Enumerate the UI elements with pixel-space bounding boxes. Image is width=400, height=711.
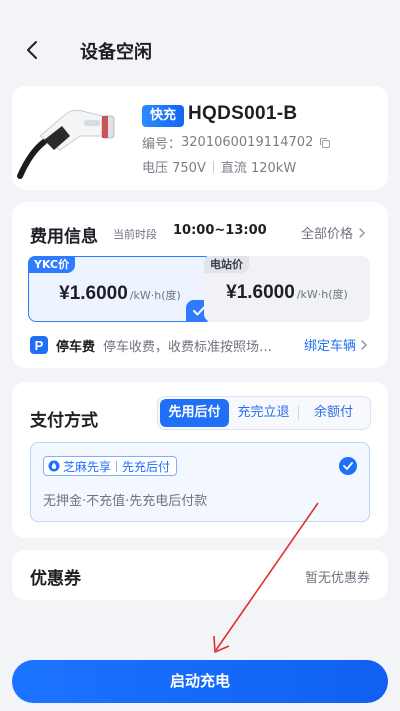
voltage-text: 电压 750V [142, 161, 206, 176]
spec-divider [212, 160, 214, 173]
chevron-right-icon [359, 227, 365, 238]
all-price-link[interactable]: 全部价格 [301, 223, 368, 242]
fee-card: 费用信息 当前时段 10:00~13:00 全部价格 YKC价 ¥1.6000/… [12, 202, 388, 368]
device-id: HQDS001-B [188, 103, 298, 124]
coupon-row[interactable]: 优惠券 暂无优惠券 [12, 550, 388, 600]
parking-row: P 停车费 停车收费，收费标准按照场… 绑定车辆 [30, 335, 370, 355]
power-text: 直流 120kW [220, 161, 297, 176]
tab-refund-after-charge[interactable]: 充完立退 [229, 399, 298, 427]
tab-pay-later[interactable]: 先用后付 [160, 399, 229, 427]
header-bar: 设备空闲 [0, 0, 400, 72]
tab-balance-pay[interactable]: 余额付 [299, 399, 368, 427]
payment-selected-check-icon[interactable] [339, 457, 357, 475]
parking-desc: 停车收费，收费标准按照场… [103, 339, 273, 355]
ykc-price-tag: YKC价 [28, 256, 76, 273]
chevron-right-icon [361, 339, 367, 350]
payment-option-sesame[interactable]: 芝麻先享 先充后付 无押金·不充值·先充电后付款 [30, 442, 370, 522]
payment-option-desc: 无押金·不充值·先充电后付款 [43, 494, 208, 509]
payment-title: 支付方式 [30, 411, 98, 431]
payment-card: 支付方式 先用后付 充完立退 余额付 芝麻先享 先充后付 无押金·不充值·先充电… [12, 382, 388, 538]
coupon-value: 暂无优惠券 [304, 571, 370, 586]
start-charging-button[interactable]: 启动充电 [12, 660, 388, 703]
sesame-logo-icon [48, 460, 60, 472]
bind-car-link[interactable]: 绑定车辆 [304, 335, 370, 354]
charger-plug-image [17, 109, 115, 179]
badge-divider [116, 460, 118, 472]
spec-row: 电压 750V 直流 120kW [142, 157, 296, 176]
coupon-title: 优惠券 [30, 569, 81, 589]
device-card: 快充 HQDS001-B 编号： 3201060019114702 电压 750… [12, 86, 388, 190]
ykc-price-unit: /kW·h(度) [129, 289, 181, 302]
copy-icon[interactable] [319, 137, 331, 149]
ykc-price-value: ¥1.6000 [59, 283, 128, 304]
sesame-badge-left: 芝麻先享 [63, 459, 112, 474]
parking-icon: P [30, 336, 48, 354]
ykc-price-row: ¥1.6000/kW·h(度) [29, 283, 211, 305]
serial-label: 编号： [142, 137, 182, 152]
station-price-value: ¥1.6000 [226, 282, 295, 303]
all-price-label: 全部价格 [300, 227, 353, 242]
payment-tabs: 先用后付 充完立退 余额付 [157, 396, 371, 430]
serial-number: 3201060019114702 [181, 135, 314, 150]
fast-charge-badge: 快充 [142, 105, 185, 127]
bind-car-label: 绑定车辆 [303, 339, 356, 354]
sesame-badge: 芝麻先享 先充后付 [43, 456, 178, 476]
station-price-tag: 电站价 [204, 256, 249, 273]
parking-label: 停车费 [56, 339, 96, 355]
station-price-row: ¥1.6000/kW·h(度) [204, 282, 370, 304]
ykc-price-option[interactable]: YKC价 ¥1.6000/kW·h(度) [28, 256, 212, 322]
period-label: 当前时段 [113, 228, 157, 241]
station-price-unit: /kW·h(度) [296, 288, 348, 301]
serial-row: 编号： 3201060019114702 [142, 133, 331, 152]
sesame-badge-right: 先充后付 [122, 459, 171, 474]
page-title: 设备空闲 [80, 42, 152, 63]
chevron-left-icon [27, 41, 37, 59]
station-price-option[interactable]: 电站价 ¥1.6000/kW·h(度) [204, 256, 370, 322]
back-button[interactable] [18, 36, 46, 64]
fee-title: 费用信息 [30, 227, 98, 247]
period-value: 10:00~13:00 [173, 223, 267, 238]
